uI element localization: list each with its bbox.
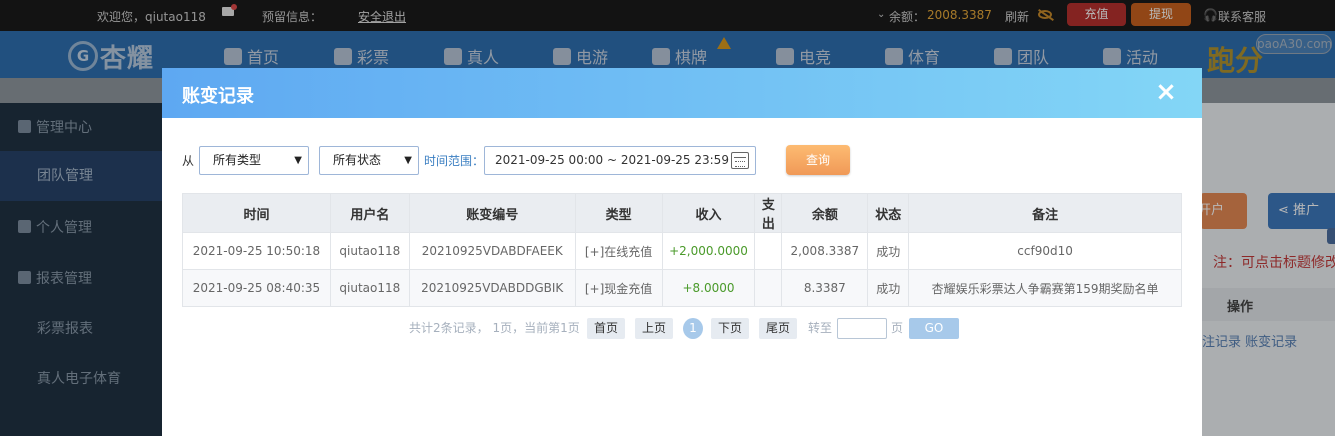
prev-page-button[interactable]: 上页 <box>635 318 674 339</box>
col-expense: 支出 <box>754 193 783 233</box>
cell-balance: 2,008.3387 <box>781 232 869 270</box>
date-range-input[interactable]: 2021-09-25 00:00 ~ 2021-09-25 23:59 <box>484 146 756 175</box>
table-row: 2021-09-25 10:50:18 qiutao118 20210925VD… <box>182 232 1182 270</box>
go-button[interactable]: GO <box>909 318 959 339</box>
page-unit-label: 页 <box>891 321 904 335</box>
col-balance: 余额 <box>781 193 869 233</box>
calendar-icon[interactable] <box>731 152 749 169</box>
col-type: 类型 <box>574 193 663 233</box>
cell-expense <box>754 232 783 270</box>
status-select[interactable]: 所有状态 ▼ <box>319 146 419 175</box>
table-header-row: 时间 用户名 账变编号 类型 收入 支出 余额 状态 备注 <box>182 193 1182 233</box>
transactions-table: 时间 用户名 账变编号 类型 收入 支出 余额 状态 备注 2021-09-25… <box>182 193 1182 307</box>
col-status: 状态 <box>867 193 910 233</box>
cell-balance: 8.3387 <box>781 269 869 307</box>
col-time: 时间 <box>182 193 331 233</box>
cell-income: +2,000.0000 <box>661 232 756 270</box>
col-remark: 备注 <box>908 193 1182 233</box>
last-page-button[interactable]: 尾页 <box>759 318 798 339</box>
pagination-info: 共计2条记录， 1页，当前第1页 <box>409 321 580 335</box>
modal-title: 账变记录 <box>182 86 254 107</box>
cell-status: 成功 <box>867 269 910 307</box>
page-number-input[interactable] <box>837 318 887 339</box>
type-select[interactable]: 所有类型 ▼ <box>199 146 309 175</box>
modal-header: 账变记录 × <box>162 68 1202 118</box>
cell-time: 2021-09-25 10:50:18 <box>182 232 331 270</box>
cell-type: [+]现金充值 <box>574 269 663 307</box>
query-button[interactable]: 查询 <box>786 145 850 175</box>
close-icon[interactable]: × <box>1154 78 1178 106</box>
cell-remark: ccf90d10 <box>908 232 1182 270</box>
cell-expense <box>754 269 783 307</box>
cell-txid: 20210925VDABDDGBIK <box>408 269 576 307</box>
cell-remark: 杏耀娱乐彩票达人争霸赛第159期奖励名单 <box>908 269 1182 307</box>
cell-type: [+]在线充值 <box>574 232 663 270</box>
first-page-button[interactable]: 首页 <box>587 318 626 339</box>
cell-income: +8.0000 <box>661 269 756 307</box>
time-range-label: 时间范围： <box>424 154 485 168</box>
table-row: 2021-09-25 08:40:35 qiutao118 20210925VD… <box>182 269 1182 307</box>
cell-txid: 20210925VDABDFAEEK <box>408 232 576 270</box>
current-page-button[interactable]: 1 <box>683 318 703 339</box>
transaction-modal: 账变记录 × 从 所有类型 ▼ 所有状态 ▼ 时间范围： 2021-09-25 00… <box>162 68 1202 436</box>
cell-username: qiutao118 <box>329 269 410 307</box>
dropdown-arrow-icon: ▼ <box>294 155 302 166</box>
dropdown-arrow-icon: ▼ <box>404 155 412 166</box>
cell-status: 成功 <box>867 232 910 270</box>
col-username: 用户名 <box>329 193 410 233</box>
cell-username: qiutao118 <box>329 232 410 270</box>
col-income: 收入 <box>661 193 756 233</box>
cell-time: 2021-09-25 08:40:35 <box>182 269 331 307</box>
from-label: 从 <box>182 154 195 168</box>
col-txid: 账变编号 <box>408 193 576 233</box>
next-page-button[interactable]: 下页 <box>711 318 750 339</box>
goto-label: 转至 <box>808 321 833 335</box>
